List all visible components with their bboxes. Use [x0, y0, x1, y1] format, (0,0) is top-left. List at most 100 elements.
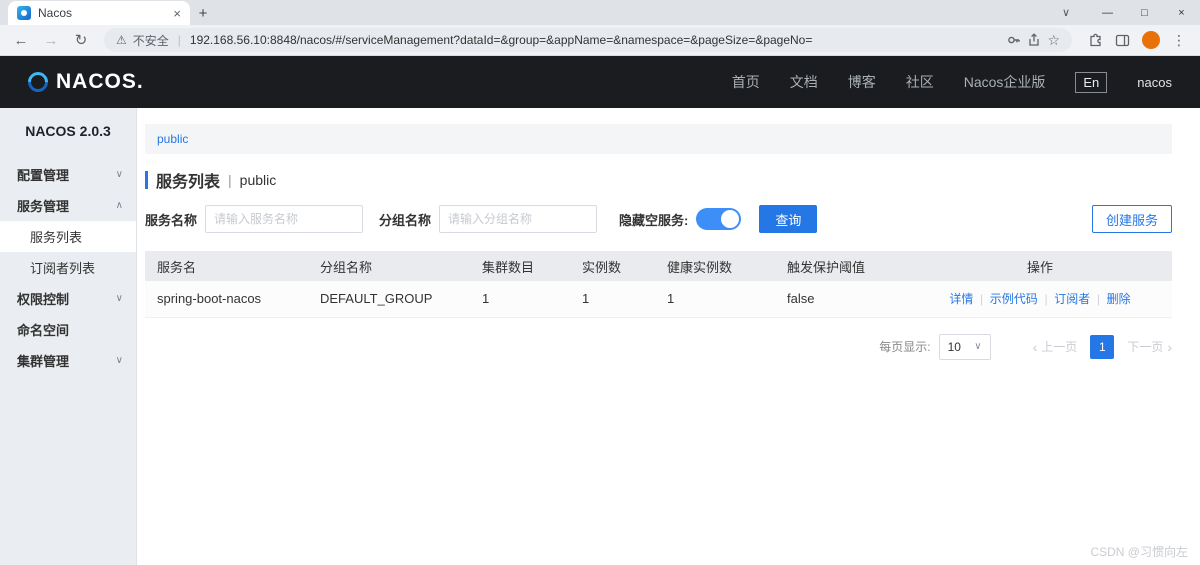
- col-protection-threshold: 触发保护阈值: [775, 251, 908, 281]
- nacos-favicon-icon: [17, 6, 31, 20]
- namespace-tab-public[interactable]: public: [157, 132, 188, 146]
- page-title-row: 服务列表 | public: [145, 168, 1172, 192]
- sidebar-item-service-list[interactable]: 服务列表: [0, 221, 136, 252]
- chevron-down-icon: ∨: [974, 341, 982, 352]
- hide-empty-service-label: 隐藏空服务:: [619, 212, 689, 228]
- nacos-logo-text: NACOS.: [56, 70, 144, 93]
- omnibox-separator: |: [177, 33, 181, 47]
- table-header-row: 服务名 分组名称 集群数目 实例数 健康实例数 触发保护阈值 操作: [145, 251, 1172, 281]
- sidebar-item-namespace[interactable]: 命名空间: [0, 314, 136, 345]
- title-separator: |: [228, 172, 232, 188]
- csdn-watermark: CSDN @习惯向左: [1090, 545, 1188, 559]
- nav-enterprise[interactable]: Nacos企业版: [964, 72, 1046, 92]
- nacos-logo[interactable]: NACOS.: [23, 67, 144, 97]
- forward-button[interactable]: →: [38, 32, 64, 49]
- cell-group-name: DEFAULT_GROUP: [308, 281, 470, 318]
- tab-title: Nacos: [38, 6, 73, 20]
- browser-toolbar: ← → ↻ ⚠ 不安全 | 192.168.56.10:8848/nacos/#…: [0, 25, 1200, 56]
- app-body: NACOS 2.0.3 配置管理 ∨ 服务管理 ∧ 服务列表 订阅者列表 权限控…: [0, 108, 1200, 565]
- username[interactable]: nacos: [1137, 75, 1172, 90]
- sidebar-item-subscriber-list[interactable]: 订阅者列表: [0, 252, 136, 283]
- main-content: public 服务列表 | public 服务名称 分组名称 隐藏空服务: 查询…: [137, 108, 1200, 565]
- browser-window: Nacos × + ∨ — □ × ← → ↻ ⚠ 不安全 | 192.168.…: [0, 0, 1200, 565]
- pagination: 每页显示: 10 ∨ ‹ 上一页 1 下一页 ›: [145, 333, 1172, 360]
- query-button[interactable]: 查询: [759, 205, 818, 233]
- col-instance-count: 实例数: [570, 251, 655, 281]
- toolbar-icons: ⋮: [1082, 31, 1192, 49]
- browser-tab[interactable]: Nacos ×: [8, 1, 190, 25]
- col-operations: 操作: [908, 251, 1172, 281]
- toggle-knob: [721, 210, 740, 228]
- per-page-select[interactable]: 10 ∨: [938, 333, 991, 360]
- sidebar-item-permission-control[interactable]: 权限控制 ∨: [0, 283, 136, 314]
- action-subscribers[interactable]: 订阅者: [1054, 292, 1090, 306]
- language-toggle[interactable]: En: [1075, 71, 1108, 93]
- cell-service-name: spring-boot-nacos: [145, 281, 308, 318]
- page-subtitle: public: [239, 172, 277, 188]
- nacos-logo-ring-icon: [23, 67, 53, 97]
- title-accent-bar: [145, 171, 148, 189]
- chevron-down-icon: ∨: [115, 355, 123, 366]
- service-table: 服务名 分组名称 集群数目 实例数 健康实例数 触发保护阈值 操作 spring…: [145, 251, 1172, 318]
- cell-operations: 详情 | 示例代码 | 订阅者 | 删除: [908, 281, 1172, 318]
- close-window-button[interactable]: ×: [1163, 7, 1200, 19]
- nav-blog[interactable]: 博客: [848, 72, 876, 92]
- create-service-button[interactable]: 创建服务: [1091, 205, 1172, 233]
- sidebar-item-cluster-management[interactable]: 集群管理 ∨: [0, 345, 136, 376]
- col-cluster-count: 集群数目: [470, 251, 570, 281]
- service-name-input[interactable]: [205, 205, 364, 233]
- nav-community[interactable]: 社区: [906, 72, 934, 92]
- cell-protection-threshold: false: [775, 281, 908, 318]
- url-text: 192.168.56.10:8848/nacos/#/serviceManage…: [189, 33, 813, 47]
- chevron-down-icon: ∨: [115, 293, 123, 304]
- profile-avatar[interactable]: [1142, 31, 1160, 49]
- group-name-label: 分组名称: [379, 212, 432, 228]
- nav-docs[interactable]: 文档: [790, 72, 818, 92]
- address-bar[interactable]: ⚠ 不安全 | 192.168.56.10:8848/nacos/#/servi…: [104, 28, 1072, 52]
- nacos-version-label: NACOS 2.0.3: [25, 123, 111, 139]
- tab-close-icon[interactable]: ×: [173, 6, 181, 21]
- cell-healthy-instance-count: 1: [655, 281, 775, 318]
- tab-search-icon[interactable]: ∨: [1051, 6, 1081, 19]
- not-secure-warning-icon: ⚠: [116, 33, 127, 47]
- service-name-label: 服务名称: [145, 212, 198, 228]
- back-button[interactable]: ←: [8, 32, 34, 49]
- action-details[interactable]: 详情: [949, 292, 973, 306]
- browser-tab-strip: Nacos × + ∨ — □ ×: [0, 0, 1200, 25]
- extensions-puzzle-icon[interactable]: [1088, 33, 1103, 48]
- col-healthy-instance-count: 健康实例数: [655, 251, 775, 281]
- sidebar-item-service-management[interactable]: 服务管理 ∧: [0, 190, 136, 221]
- nacos-top-nav: 首页 文档 博客 社区 Nacos企业版 En nacos: [732, 71, 1172, 93]
- refresh-button[interactable]: ↻: [68, 31, 94, 49]
- bookmark-star-icon[interactable]: ☆: [1047, 32, 1060, 49]
- group-name-input[interactable]: [439, 205, 598, 233]
- cell-instance-count: 1: [570, 281, 655, 318]
- namespace-bar: public: [145, 124, 1172, 154]
- col-group-name: 分组名称: [308, 251, 470, 281]
- browser-menu-icon[interactable]: ⋮: [1172, 32, 1186, 49]
- maximize-button[interactable]: □: [1126, 7, 1163, 19]
- nav-home[interactable]: 首页: [732, 72, 760, 92]
- action-sample-code[interactable]: 示例代码: [990, 292, 1038, 306]
- share-icon[interactable]: [1027, 33, 1041, 47]
- sidebar-menu: 配置管理 ∨ 服务管理 ∧ 服务列表 订阅者列表 权限控制 ∨ 命名空间 集群管…: [0, 159, 136, 376]
- new-tab-button[interactable]: +: [190, 5, 216, 25]
- page-title: 服务列表: [156, 174, 221, 191]
- minimize-button[interactable]: —: [1089, 7, 1126, 19]
- window-controls: ∨ — □ ×: [1051, 0, 1200, 25]
- prev-page-button[interactable]: ‹ 上一页: [1033, 338, 1078, 355]
- side-panel-icon[interactable]: [1115, 33, 1130, 48]
- col-service-name: 服务名: [145, 251, 308, 281]
- chevron-right-icon: ›: [1167, 338, 1172, 355]
- chevron-left-icon: ‹: [1032, 338, 1038, 355]
- action-delete[interactable]: 删除: [1107, 292, 1131, 306]
- current-page-button[interactable]: 1: [1090, 334, 1115, 359]
- nacos-header: NACOS. 首页 文档 博客 社区 Nacos企业版 En nacos: [0, 56, 1200, 108]
- next-page-button[interactable]: 下一页 ›: [1127, 338, 1172, 355]
- hide-empty-service-toggle[interactable]: [696, 208, 742, 230]
- security-label: 不安全: [132, 33, 169, 48]
- sidebar-item-config-management[interactable]: 配置管理 ∨: [0, 159, 136, 190]
- cell-cluster-count: 1: [470, 281, 570, 318]
- chevron-up-icon: ∧: [115, 200, 123, 211]
- password-key-icon[interactable]: [1007, 33, 1021, 47]
